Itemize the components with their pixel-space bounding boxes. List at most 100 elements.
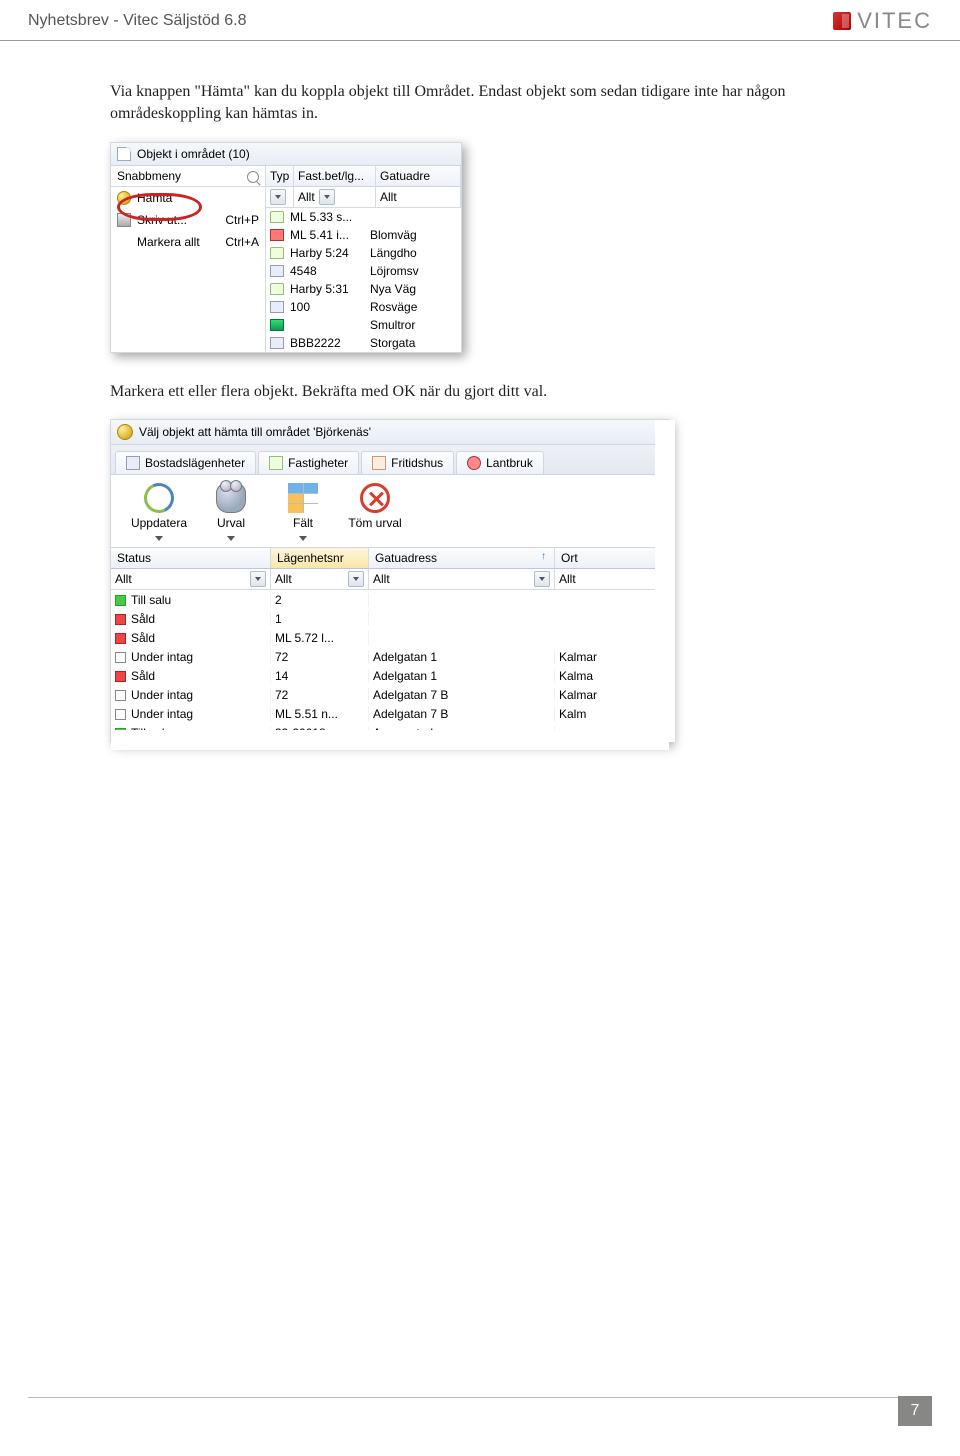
dropdown-icon[interactable] [270, 189, 286, 205]
tab-fritidshus[interactable]: Fritidshus [361, 451, 454, 474]
menu-item-markera-allt[interactable]: Markera allt Ctrl+A [111, 231, 265, 253]
status-icon [115, 671, 126, 682]
table-row[interactable]: Smultror [266, 316, 461, 334]
filter-fastbet[interactable]: Allt [294, 187, 376, 207]
table-row[interactable]: Såld14Adelgatan 1Kalma [111, 666, 669, 685]
object-type-icon [270, 229, 284, 241]
dialog-title: Välj objekt att hämta till området 'Björ… [139, 425, 371, 439]
paragraph-1: Via knappen "Hämta" kan du koppla objekt… [110, 81, 860, 126]
object-type-icon [270, 247, 284, 259]
paragraph-2: Markera ett eller flera objekt. Bekräfta… [110, 381, 860, 403]
table-row[interactable]: Under intag72Adelgatan 1Kalmar [111, 647, 669, 666]
dropdown-icon[interactable] [152, 535, 166, 543]
tab-bostadslagenheter[interactable]: Bostadslägenheter [115, 451, 256, 474]
status-icon [115, 690, 126, 701]
dropdown-icon[interactable] [534, 571, 550, 587]
property-icon [269, 456, 283, 470]
tab-lantbruk[interactable]: Lantbruk [456, 451, 544, 474]
object-type-icon [270, 319, 284, 331]
tab-row: Bostadslägenheter Fastigheter Fritidshus… [111, 445, 669, 475]
dropdown-icon[interactable] [319, 189, 335, 205]
table-row[interactable]: Harby 5:24Längdho [266, 244, 461, 262]
table-row[interactable]: Under intagML 5.51 n...Adelgatan 7 BKalm [111, 704, 669, 723]
toolbar: Uppdatera Urval Fält Töm urval [111, 475, 669, 548]
tool-falt[interactable]: Fält [267, 483, 339, 543]
dialog-icon [117, 424, 133, 440]
dropdown-icon[interactable] [224, 535, 238, 543]
page-header: Nyhetsbrev - Vitec Säljstöd 6.8 VITEC [0, 0, 960, 41]
table-row[interactable]: ML 5.33 s... [266, 208, 461, 226]
page-number: 7 [898, 1396, 932, 1426]
col-lagenhetsnr[interactable]: Lägenhetsnr [271, 548, 369, 568]
tab-fastigheter[interactable]: Fastigheter [258, 451, 359, 474]
vitec-logo-icon [833, 12, 851, 30]
status-icon [115, 652, 126, 663]
farm-icon [467, 456, 481, 470]
col-typ[interactable]: Typ [266, 166, 294, 186]
tool-uppdatera[interactable]: Uppdatera [123, 483, 195, 543]
table-row[interactable]: BBB2222Storgata [266, 334, 461, 352]
col-fastbet[interactable]: Fast.bet/lg... [294, 166, 376, 186]
cottage-icon [372, 456, 386, 470]
refresh-icon [140, 479, 178, 517]
filter-gatuadress[interactable]: Allt [376, 187, 461, 207]
table-row[interactable]: Harby 5:31Nya Väg [266, 280, 461, 298]
dropdown-icon[interactable] [296, 535, 310, 543]
hamta-icon [117, 191, 131, 205]
filter-ort[interactable]: Allt [555, 569, 669, 589]
table-row[interactable]: Under intag72Adelgatan 7 BKalmar [111, 685, 669, 704]
sort-arrow-icon: ↑ [541, 551, 546, 562]
col-status[interactable]: Status [111, 548, 271, 568]
object-type-icon [270, 337, 284, 349]
page-footer: 7 [898, 1396, 932, 1426]
snabbmeny-pane: Snabbmeny Hämta Skriv ut... Ctrl+P [111, 166, 266, 352]
panel-title: Objekt i området (10) [137, 147, 250, 161]
object-type-icon [270, 301, 284, 313]
brand-text: VITEC [857, 8, 932, 34]
vitec-logo: VITEC [833, 8, 932, 34]
table-row[interactable]: ML 5.41 i...Blomväg [266, 226, 461, 244]
table-row[interactable]: 100Rosväge [266, 298, 461, 316]
filter-status[interactable]: Allt [111, 569, 271, 589]
object-type-icon [270, 211, 284, 223]
dropdown-icon[interactable] [348, 571, 364, 587]
status-icon [115, 709, 126, 720]
table-row[interactable]: Till salu2 [111, 590, 669, 609]
filter-gatuadress[interactable]: Allt [369, 569, 555, 589]
tool-tom-urval[interactable]: Töm urval [339, 483, 411, 543]
col-ort[interactable]: Ort [555, 548, 669, 568]
snabbmeny-header: Snabbmeny [111, 166, 265, 187]
binoculars-icon [216, 483, 246, 513]
dropdown-icon[interactable] [250, 571, 266, 587]
screenshot-valj-objekt: Välj objekt att hämta till området 'Björ… [110, 419, 670, 743]
table-row[interactable]: SåldML 5.72 l... [111, 628, 669, 647]
filter-typ[interactable] [266, 187, 294, 207]
search-icon[interactable] [247, 171, 259, 183]
tool-urval[interactable]: Urval [195, 483, 267, 543]
column-headers: Status Lägenhetsnr Gatuadress ↑ Ort [111, 548, 669, 569]
header-title: Nyhetsbrev - Vitec Säljstöd 6.8 [28, 12, 246, 30]
document-icon [117, 147, 131, 161]
column-headers: Typ Fast.bet/lg... Gatuadre [266, 166, 461, 187]
menu-item-skriv-ut[interactable]: Skriv ut... Ctrl+P [111, 209, 265, 231]
object-type-icon [270, 265, 284, 277]
col-gatuadress[interactable]: Gatuadre [376, 166, 461, 186]
menu-item-hamta[interactable]: Hämta [111, 187, 265, 209]
filter-lagenhetsnr[interactable]: Allt [271, 569, 369, 589]
filter-row: Allt Allt Allt Allt [111, 569, 669, 590]
dialog-titlebar: Välj objekt att hämta till området 'Björ… [111, 420, 669, 445]
footer-rule [28, 1397, 932, 1398]
object-list-pane: Typ Fast.bet/lg... Gatuadre Allt Allt [266, 166, 461, 352]
table-row[interactable]: 4548Löjromsv [266, 262, 461, 280]
status-icon [115, 595, 126, 606]
fields-icon [288, 483, 318, 513]
print-icon [117, 213, 131, 227]
object-rows: ML 5.33 s...ML 5.41 i...BlomvägHarby 5:2… [266, 208, 461, 352]
table-row[interactable]: Såld1 [111, 609, 669, 628]
object-type-icon [270, 283, 284, 295]
status-icon [115, 633, 126, 644]
torn-edge-decoration [111, 730, 669, 750]
screenshot-objekt-i-omradet: Objekt i området (10) Snabbmeny Hämta [110, 142, 462, 353]
col-gatuadress[interactable]: Gatuadress ↑ [369, 548, 555, 568]
data-rows: Till salu2Såld1SåldML 5.72 l...Under int… [111, 590, 669, 742]
